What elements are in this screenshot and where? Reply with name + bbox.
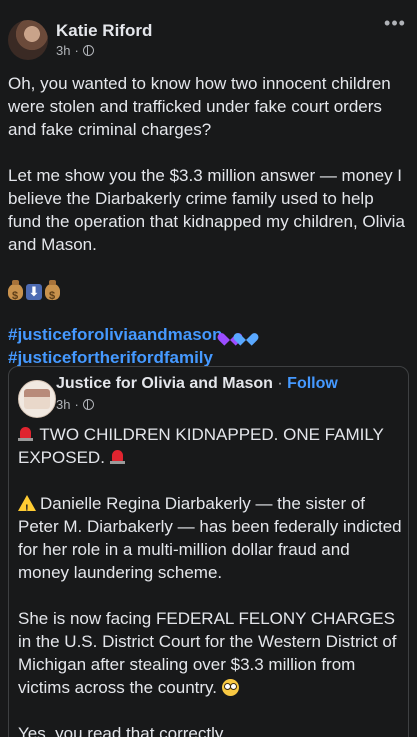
- post-time[interactable]: 3h: [56, 43, 70, 58]
- facebook-post: Katie Riford 3h · ••• Oh, you wanted to …: [0, 0, 417, 737]
- shared-paragraph: Danielle Regina Diarbakerly — the sister…: [18, 492, 404, 584]
- author-name[interactable]: Katie Riford: [56, 21, 152, 41]
- meta-separator: ·: [74, 43, 79, 58]
- page-avatar[interactable]: [18, 380, 56, 418]
- shared-page-header: Justice for Olivia and Mason · Follow: [56, 375, 338, 392]
- warning-icon: [18, 495, 36, 521]
- down-arrow-icon: ⬇: [26, 284, 42, 300]
- shared-post[interactable]: Justice for Olivia and Mason · Follow 3h…: [8, 366, 409, 737]
- post-paragraph: Oh, you wanted to know how two innocent …: [8, 74, 391, 139]
- hashtag-link[interactable]: #justiceforoliviaandmason: [8, 323, 410, 346]
- blue-heart-icon: [240, 328, 254, 341]
- shared-paragraph: Yes, you read that correctly.: [18, 724, 227, 737]
- shared-paragraph: She is now facing FEDERAL FELONY CHARGES…: [18, 609, 397, 697]
- money-bag-icon: [45, 280, 60, 308]
- more-options-icon[interactable]: •••: [381, 14, 409, 36]
- shared-body: TWO CHILDREN KIDNAPPED. ONE FAMILY EXPOS…: [18, 423, 404, 737]
- shared-headline: TWO CHILDREN KIDNAPPED. ONE FAMILY EXPOS…: [18, 425, 384, 467]
- post-body: Oh, you wanted to know how two innocent …: [8, 72, 410, 369]
- post-meta: 3h ·: [56, 43, 94, 58]
- siren-icon: [109, 450, 125, 464]
- follow-button[interactable]: Follow: [287, 375, 338, 392]
- shared-meta: 3h ·: [56, 397, 94, 412]
- emoji-row: ⬇: [8, 279, 410, 308]
- money-bag-icon: [8, 280, 23, 308]
- shared-time[interactable]: 3h: [56, 397, 70, 412]
- globe-icon: [82, 45, 94, 56]
- author-avatar[interactable]: [8, 20, 48, 60]
- post-paragraph: Let me show you the $3.3 million answer …: [8, 166, 405, 254]
- page-name[interactable]: Justice for Olivia and Mason: [56, 375, 273, 392]
- flushed-face-icon: [221, 679, 239, 696]
- post-header: Katie Riford 3h · •••: [8, 14, 409, 64]
- siren-icon: [18, 427, 33, 441]
- globe-icon: [82, 399, 94, 410]
